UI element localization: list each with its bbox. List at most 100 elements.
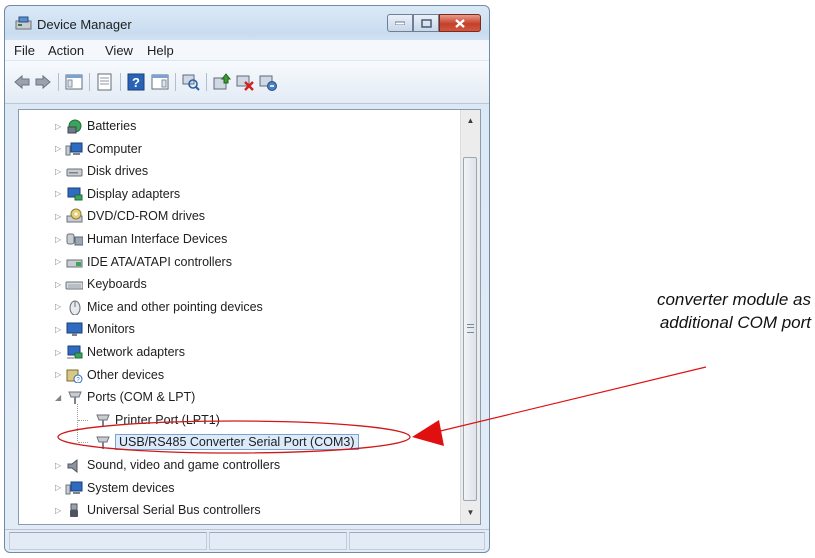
properties-icon[interactable] [95, 72, 115, 92]
tree-child-item[interactable]: USB/RS485 Converter Serial Port (COM3) [93, 431, 359, 453]
hid-icon [65, 231, 83, 247]
expand-triangle-icon[interactable]: ▷ [55, 296, 63, 318]
maximize-button[interactable] [413, 14, 439, 32]
tree-category-item[interactable]: ▷ System devices [55, 477, 175, 499]
system-device-icon [65, 480, 83, 496]
tree-item-label: Monitors [87, 322, 135, 337]
menu-action[interactable]: Action [48, 43, 84, 58]
tree-category-item[interactable]: ▷ Mice and other pointing devices [55, 296, 263, 318]
tree-item-label: Human Interface Devices [87, 232, 228, 246]
tree-item-label: Printer Port (LPT1) [115, 412, 220, 427]
tree-category-item[interactable]: ▷ DVD/CD-ROM drives [55, 205, 205, 227]
title-bar[interactable]: Device Manager [5, 6, 489, 38]
usb-icon [65, 502, 83, 518]
keyboard-icon [65, 276, 83, 292]
tree-connector-line [78, 419, 88, 421]
close-button[interactable] [439, 14, 481, 32]
window-title: Device Manager [37, 17, 132, 32]
scan-hardware-icon[interactable] [181, 72, 201, 92]
menu-bar: File Action View Help [5, 40, 489, 60]
expand-triangle-icon[interactable]: ▷ [55, 454, 63, 476]
scroll-up-arrow-icon[interactable]: ▲ [461, 112, 480, 129]
expand-triangle-icon[interactable]: ▷ [55, 228, 63, 250]
tree-item-label: Display adapters [87, 186, 181, 201]
computer-icon [65, 141, 83, 157]
expand-triangle-icon[interactable]: ▷ [55, 318, 63, 340]
tree-connector-line [77, 404, 78, 442]
tree-item-label: System devices [87, 480, 175, 495]
status-bar [5, 529, 489, 553]
tree-item-label: Keyboards [87, 277, 147, 292]
tree-item-label: DVD/CD-ROM drives [87, 209, 206, 224]
tree-item-label: Batteries [87, 119, 137, 133]
expand-triangle-icon[interactable]: ▷ [55, 499, 63, 521]
expand-triangle-icon[interactable]: ▷ [55, 160, 63, 182]
collapse-triangle-icon[interactable]: ◢ [55, 386, 63, 408]
tree-category-item[interactable]: ▷ Display adapters [55, 183, 180, 205]
expand-triangle-icon[interactable]: ▷ [55, 273, 63, 295]
back-arrow-icon[interactable] [12, 72, 32, 92]
tree-category-item[interactable]: ▷ Computer [55, 138, 142, 160]
expand-triangle-icon[interactable]: ▷ [55, 115, 63, 137]
menu-file[interactable]: File [14, 43, 35, 58]
annotation-line-2: additional COM port [659, 313, 811, 332]
maximize-icon [420, 18, 432, 28]
minimize-button[interactable] [387, 14, 413, 32]
tree-category-item[interactable]: ▷ Universal Serial Bus controllers [55, 499, 261, 521]
port-icon [93, 412, 111, 428]
tree-category-item[interactable]: ▷ Sound, video and game controllers [55, 454, 280, 476]
tree-category-item[interactable]: ▷ Monitors [55, 318, 135, 340]
device-tree-panel: ▷ Batteries ▷ Computer ▷ Disk drives ▷ Display … [18, 109, 481, 525]
expand-triangle-icon[interactable]: ▷ [55, 477, 63, 499]
tree-item-label: USB/RS485 Converter Serial Port (COM3) [115, 434, 359, 451]
scroll-grip-icon [467, 324, 474, 333]
uninstall-device-icon[interactable] [258, 72, 278, 92]
svg-text:?: ? [132, 75, 140, 90]
expand-triangle-icon[interactable]: ▷ [55, 364, 63, 386]
tree-category-item[interactable]: ▷ IDE ATA/ATAPI controllers [55, 251, 232, 273]
tree-category-item[interactable]: ▷ Human Interface Devices [55, 228, 227, 250]
scroll-down-arrow-icon[interactable]: ▼ [461, 504, 480, 521]
expand-triangle-icon[interactable]: ▷ [55, 251, 63, 273]
device-tree[interactable]: ▷ Batteries ▷ Computer ▷ Disk drives ▷ Display … [19, 110, 460, 524]
tree-item-label: Disk drives [87, 164, 149, 179]
update-driver-icon[interactable] [212, 72, 232, 92]
tree-connector-line [78, 442, 88, 444]
tree-child-item[interactable]: Printer Port (LPT1) [93, 409, 220, 431]
port-icon [93, 434, 111, 450]
disable-device-icon[interactable] [235, 72, 255, 92]
action-pane-icon[interactable] [150, 72, 170, 92]
tree-category-item[interactable]: ▷? Other devices [55, 364, 164, 386]
menu-help[interactable]: Help [147, 43, 174, 58]
tree-category-item[interactable]: ▷ Network adapters [55, 341, 185, 363]
display-adapter-icon [65, 186, 83, 202]
dvd-drive-icon [65, 208, 83, 224]
tree-category-item[interactable]: ▷ Keyboards [55, 273, 147, 295]
port-icon [65, 389, 83, 405]
show-hide-console-tree-icon[interactable] [64, 72, 84, 92]
help-icon[interactable]: ? [126, 72, 146, 92]
tree-item-label: Other devices [87, 367, 165, 382]
disk-drive-icon [65, 163, 83, 179]
vertical-scrollbar[interactable]: ▲ ▼ [460, 110, 480, 524]
tree-category-item[interactable]: ▷ Batteries [55, 115, 136, 137]
status-segment [9, 532, 207, 550]
device-manager-window: Device Manager File Action View Help ? ▷… [4, 5, 490, 553]
expand-triangle-icon[interactable]: ▷ [55, 341, 63, 363]
status-segment [209, 532, 347, 550]
ide-controller-icon [65, 254, 83, 270]
mouse-icon [65, 299, 83, 315]
close-icon [455, 18, 465, 28]
forward-arrow-icon[interactable] [33, 72, 53, 92]
expand-triangle-icon[interactable]: ▷ [55, 183, 63, 205]
annotation-text: converter module as additional COM port [586, 288, 811, 334]
tree-category-item[interactable]: ▷ Disk drives [55, 160, 148, 182]
menu-view[interactable]: View [105, 43, 133, 58]
tree-item-label: Sound, video and game controllers [87, 458, 281, 472]
expand-triangle-icon[interactable]: ▷ [55, 138, 63, 160]
status-segment [349, 532, 485, 550]
scroll-thumb[interactable] [463, 157, 477, 501]
tree-item-label: Universal Serial Bus controllers [87, 503, 261, 518]
expand-triangle-icon[interactable]: ▷ [55, 205, 63, 227]
battery-icon [65, 118, 83, 134]
